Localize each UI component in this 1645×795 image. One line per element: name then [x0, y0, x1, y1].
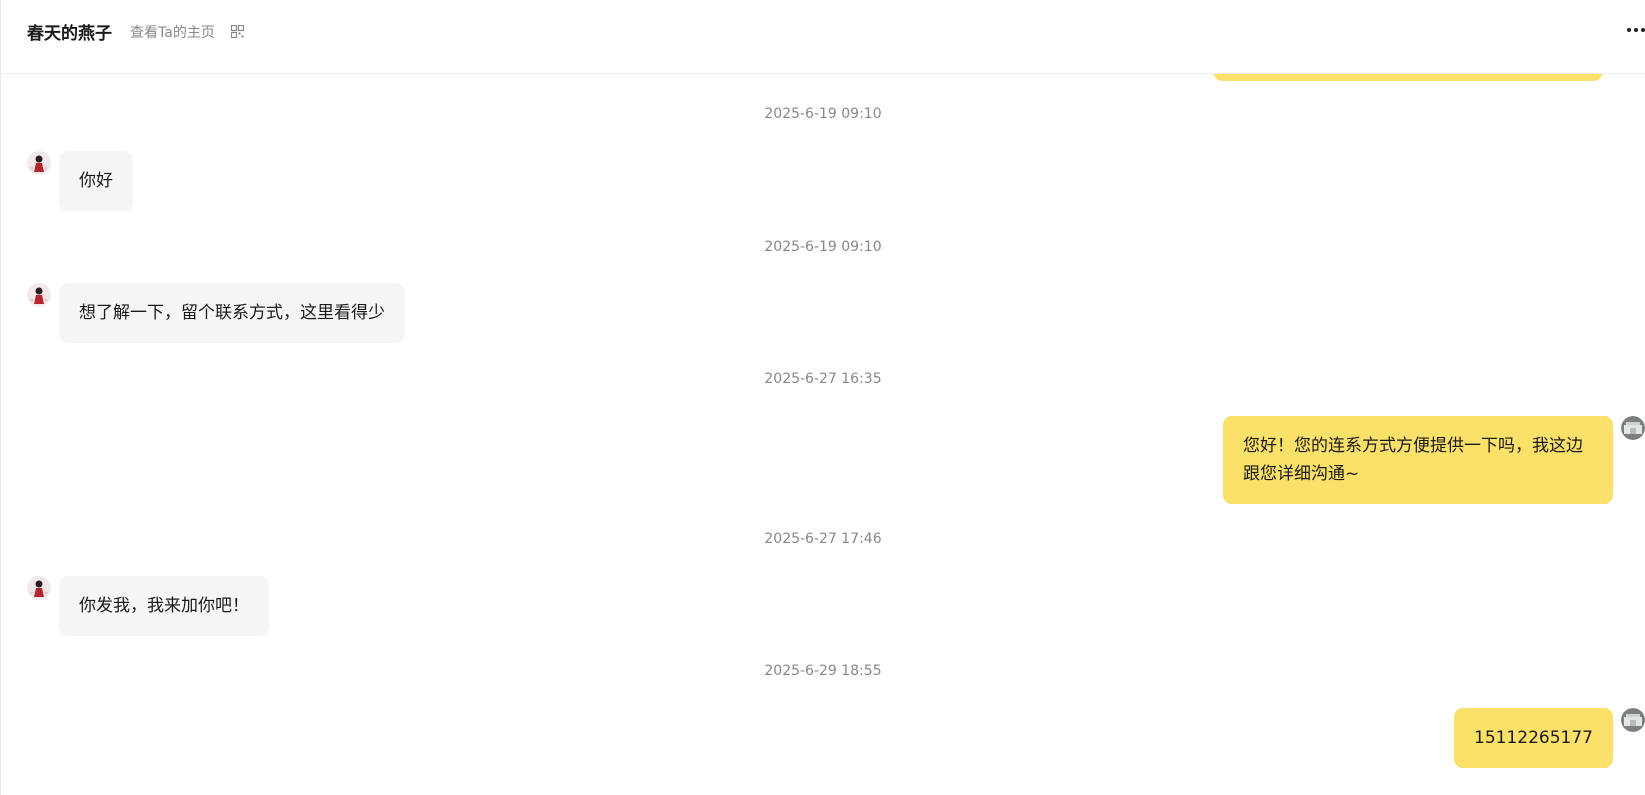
own-avatar[interactable]	[1621, 416, 1645, 440]
message-timestamp: 2025-6-19 09:10	[764, 239, 882, 255]
message-bubble[interactable]: 想了解一下，留个联系方式，这里看得少	[59, 283, 405, 343]
message-timestamp: 2025-6-27 17:46	[764, 531, 882, 547]
message-row-incoming: 你发我，我来加你吧！	[27, 576, 269, 636]
chat-window: 春天的燕子 查看Ta的主页 2025-6-19 09:10 你好 2025-6-…	[0, 0, 1645, 795]
contact-avatar[interactable]	[27, 576, 51, 600]
contact-avatar[interactable]	[27, 151, 51, 175]
partial-message-bubble	[1213, 73, 1603, 81]
message-row-incoming: 想了解一下，留个联系方式，这里看得少	[27, 283, 405, 343]
message-timestamp: 2025-6-27 16:35	[764, 371, 882, 387]
view-profile-link[interactable]: 查看Ta的主页	[130, 22, 215, 42]
message-row-outgoing: 您好！您的连系方式方便提供一下吗，我这边跟您详细沟通~	[1223, 416, 1645, 504]
message-bubble[interactable]: 15112265177	[1454, 708, 1613, 768]
qr-code-icon[interactable]	[231, 25, 244, 38]
more-dots-icon[interactable]	[1627, 28, 1645, 32]
message-bubble[interactable]: 您好！您的连系方式方便提供一下吗，我这边跟您详细沟通~	[1223, 416, 1613, 504]
chat-header: 春天的燕子 查看Ta的主页	[1, 0, 1645, 74]
own-avatar[interactable]	[1621, 708, 1645, 732]
message-timestamp: 2025-6-19 09:10	[764, 106, 882, 122]
message-bubble[interactable]: 你发我，我来加你吧！	[59, 576, 269, 636]
message-timestamp: 2025-6-29 18:55	[764, 663, 882, 679]
contact-name: 春天的燕子	[27, 24, 112, 44]
message-row-outgoing: 15112265177	[1454, 708, 1645, 768]
message-row-incoming: 你好	[27, 151, 133, 211]
message-list[interactable]: 2025-6-19 09:10 你好 2025-6-19 09:10 想了解一下…	[1, 73, 1645, 795]
message-bubble[interactable]: 你好	[59, 151, 133, 211]
contact-avatar[interactable]	[27, 283, 51, 307]
